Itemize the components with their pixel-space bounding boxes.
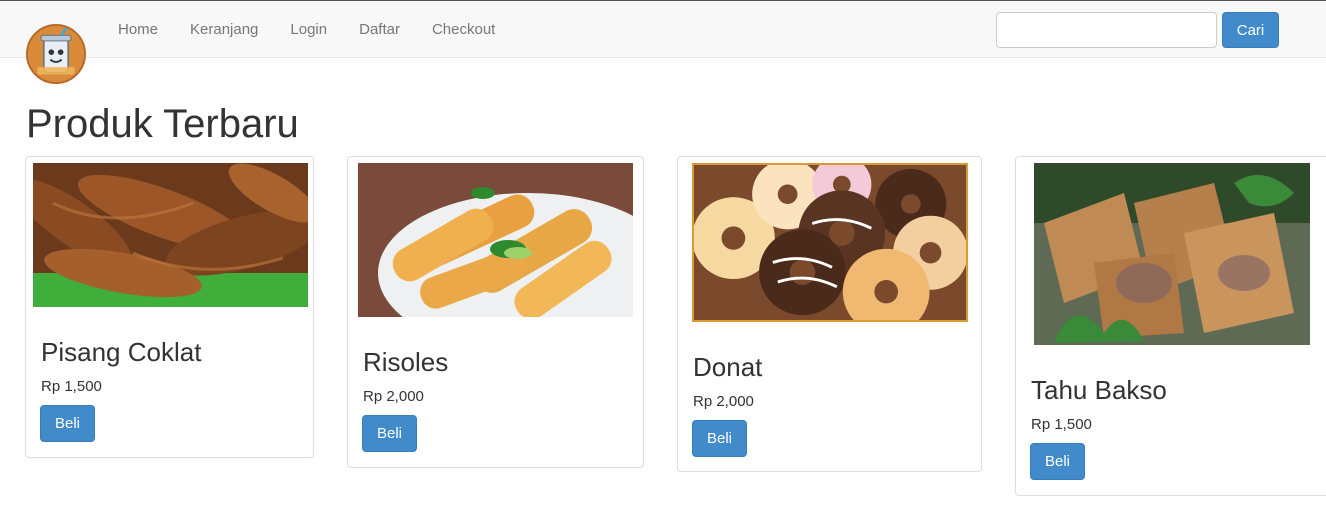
nav-daftar[interactable]: Daftar xyxy=(343,1,416,59)
product-card: Tahu Bakso Rp 1,500 Beli xyxy=(1015,156,1326,496)
product-card: Risoles Rp 2,000 Beli xyxy=(347,156,644,468)
page-title: Produk Terbaru xyxy=(26,102,299,146)
navbar: Home Keranjang Login Daftar Checkout Car… xyxy=(0,0,1326,58)
product-name: Tahu Bakso xyxy=(1031,375,1167,405)
cup-mascot-icon xyxy=(28,26,84,82)
product-image xyxy=(358,163,633,317)
product-image xyxy=(33,163,308,307)
buy-button[interactable]: Beli xyxy=(692,420,747,457)
product-name: Donat xyxy=(693,352,763,382)
product-image xyxy=(1034,163,1310,345)
product-price: Rp 1,500 xyxy=(1031,416,1092,433)
nav-links: Home Keranjang Login Daftar Checkout xyxy=(102,1,511,59)
buy-button[interactable]: Beli xyxy=(40,405,95,442)
buy-button[interactable]: Beli xyxy=(1030,443,1085,480)
nav-checkout[interactable]: Checkout xyxy=(416,1,511,59)
product-name: Risoles xyxy=(363,347,449,377)
product-name: Pisang Coklat xyxy=(41,337,202,367)
brand-logo[interactable] xyxy=(26,24,86,84)
nav-keranjang[interactable]: Keranjang xyxy=(174,1,274,59)
buy-button[interactable]: Beli xyxy=(362,415,417,452)
search-button[interactable]: Cari xyxy=(1222,12,1279,48)
donat-image xyxy=(694,165,966,320)
pisang-coklat-image xyxy=(33,163,308,307)
product-price: Rp 1,500 xyxy=(41,378,102,395)
product-price: Rp 2,000 xyxy=(363,388,424,405)
product-image xyxy=(692,163,968,322)
nav-login[interactable]: Login xyxy=(274,1,343,59)
search-input[interactable] xyxy=(996,12,1217,48)
risoles-image xyxy=(358,163,633,317)
product-price: Rp 2,000 xyxy=(693,393,754,410)
tahu-bakso-image xyxy=(1034,163,1310,345)
product-card: Donat Rp 2,000 Beli xyxy=(677,156,982,472)
nav-home[interactable]: Home xyxy=(102,1,174,59)
product-card: Pisang Coklat Rp 1,500 Beli xyxy=(25,156,314,458)
